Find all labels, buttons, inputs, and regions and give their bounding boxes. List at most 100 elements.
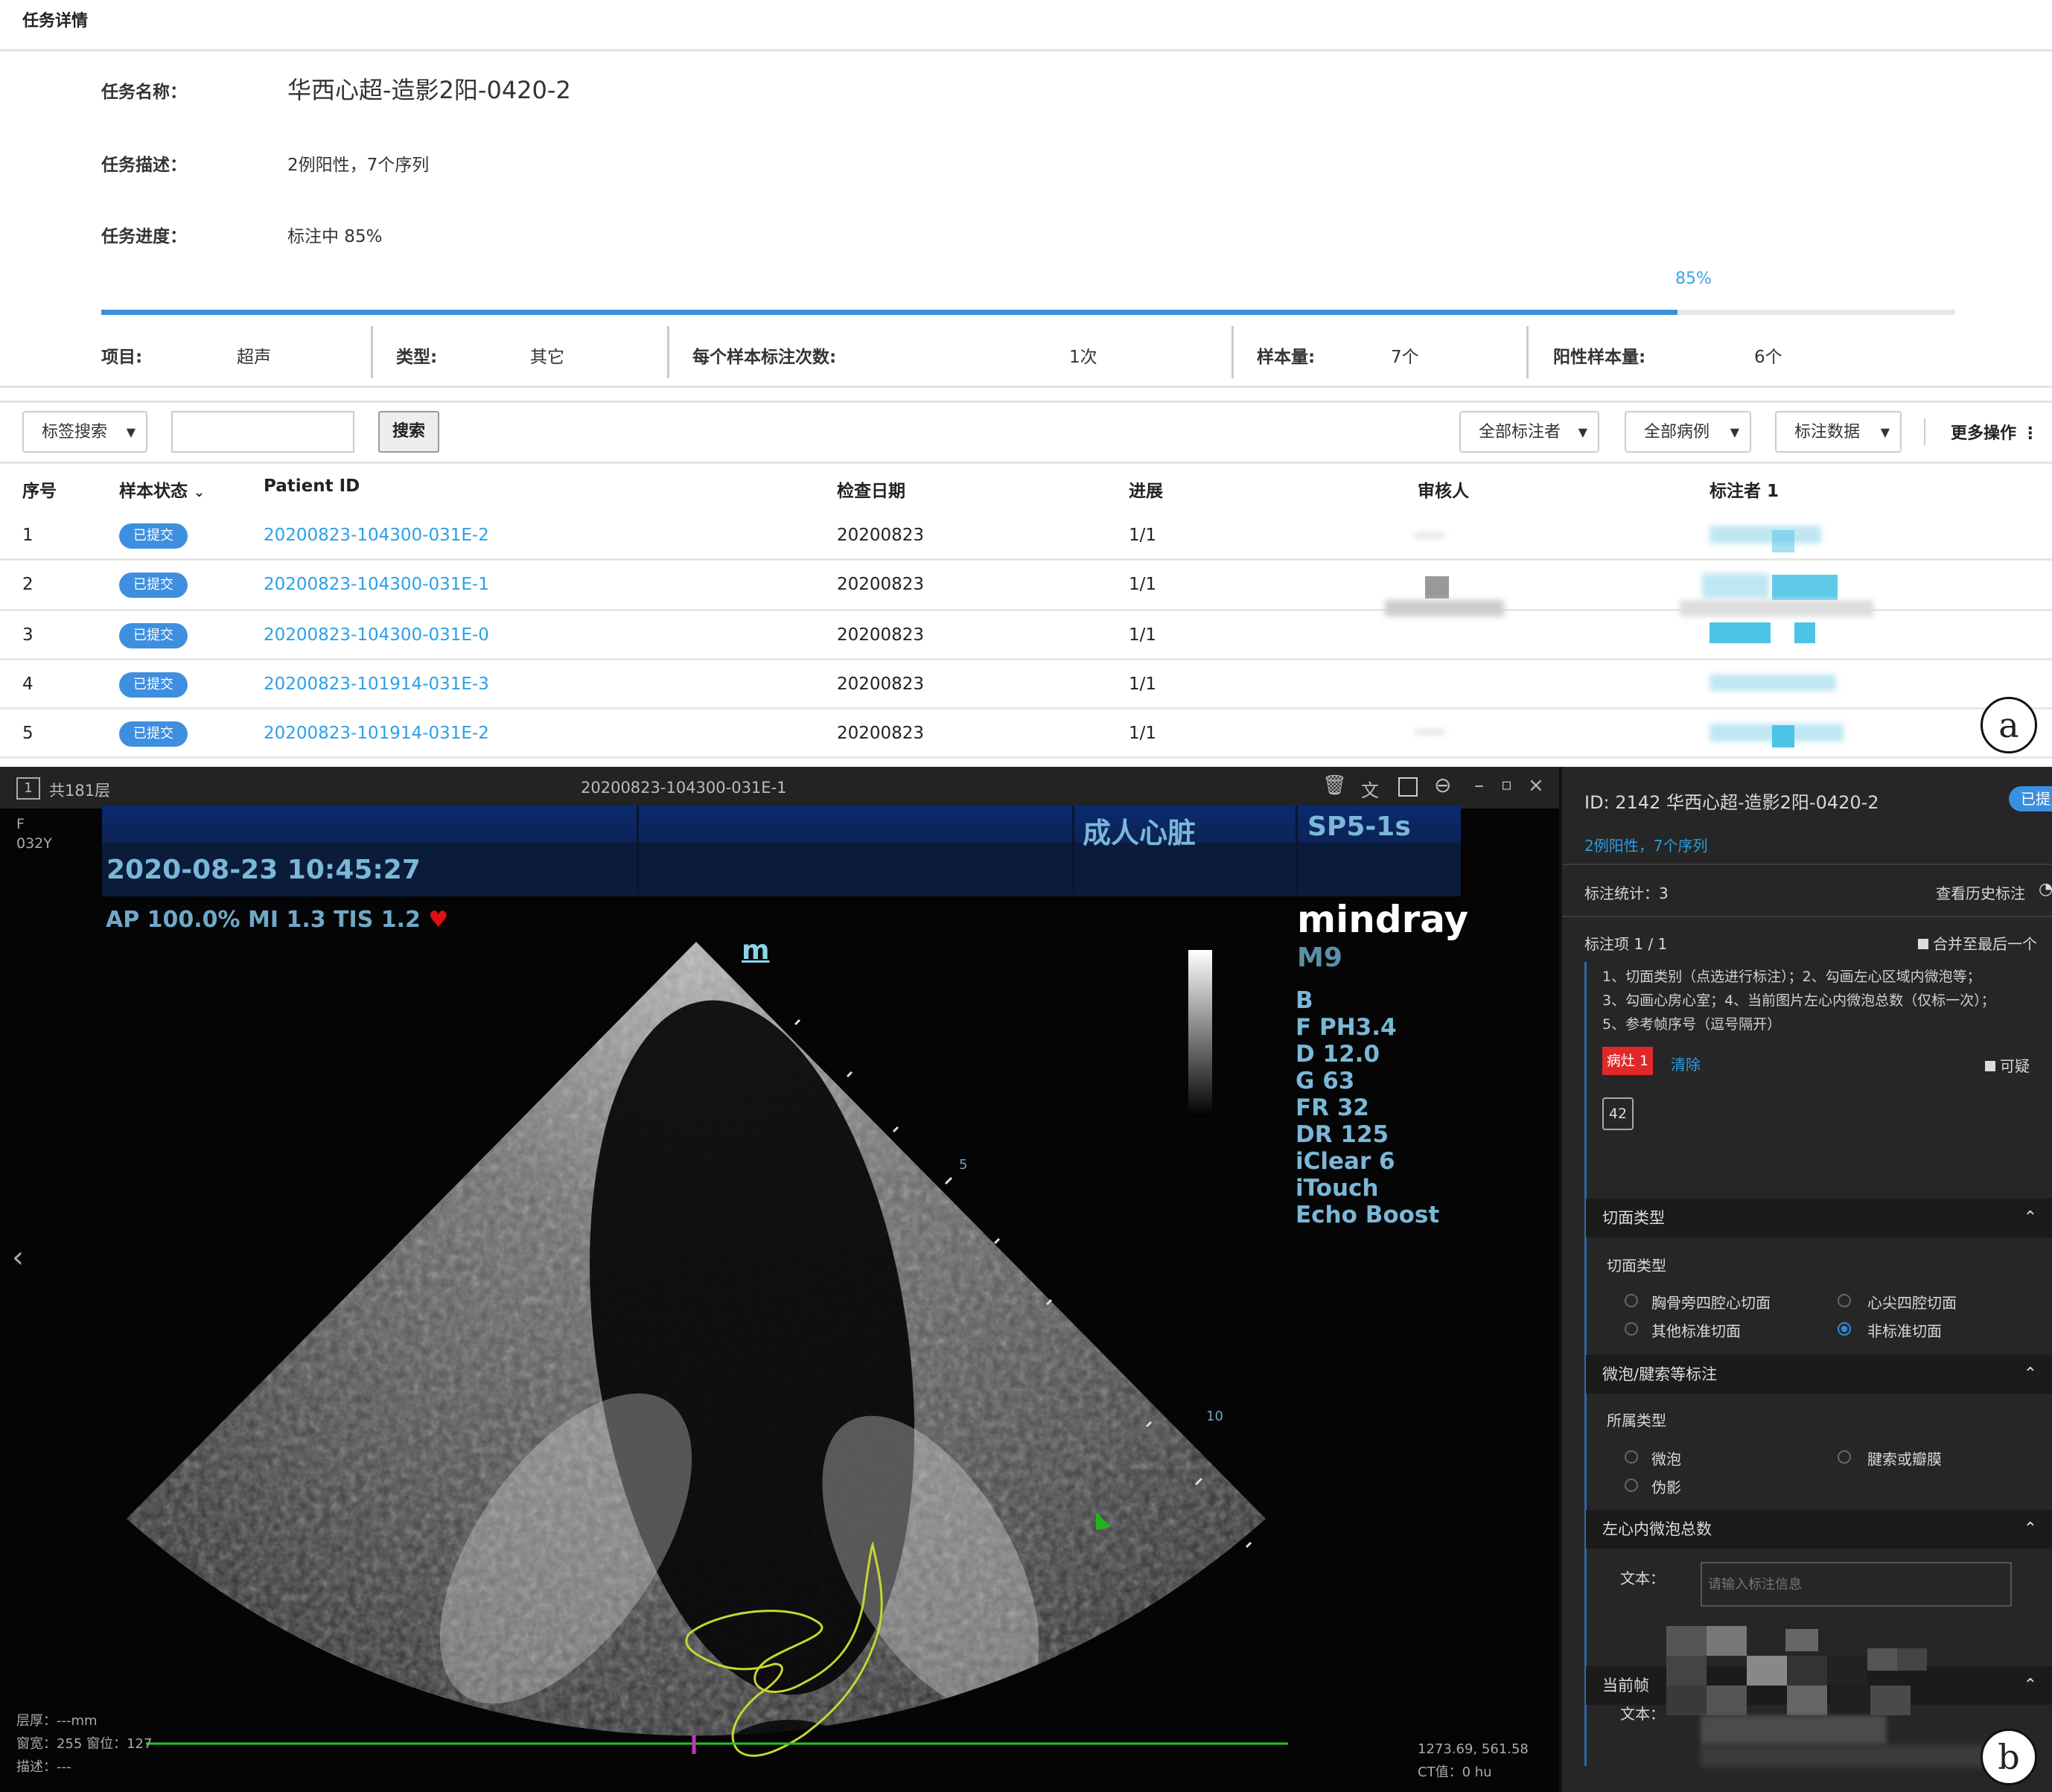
column-header: 审核人 xyxy=(1418,482,1469,501)
section-header-view-type[interactable]: 切面类型 ⌃ xyxy=(1586,1199,2052,1237)
case-filter-select[interactable]: 全部病例 ▼ xyxy=(1625,411,1751,453)
chevron-up-icon: ⌃ xyxy=(2023,1676,2037,1694)
chevron-left-icon[interactable]: ‹ xyxy=(12,1240,24,1275)
column-header: 进展 xyxy=(1129,482,1163,501)
divider xyxy=(1562,916,2052,917)
stat-value: 其它 xyxy=(530,348,564,367)
column-header-label: 样本状态 xyxy=(119,482,188,501)
section-header-bubble-count[interactable]: 左心内微泡总数 ⌃ xyxy=(1586,1510,2052,1549)
status-badge: 已提交 xyxy=(119,523,188,549)
marker-m: m xyxy=(742,935,770,966)
lesion-tag[interactable]: 病灶 1 xyxy=(1602,1047,1653,1075)
patient-id-link[interactable]: 20200823-104300-031E-1 xyxy=(264,560,489,609)
radio-button[interactable] xyxy=(1838,1450,1851,1464)
radio-label: 非标准切面 xyxy=(1867,1322,1942,1340)
annotator-filter-label: 全部标注者 xyxy=(1479,423,1561,441)
merge-checkbox[interactable]: 合并至最后一个 xyxy=(1918,932,2037,954)
radio-button-selected[interactable] xyxy=(1838,1322,1851,1336)
column-header: 标注者 1 xyxy=(1710,482,1779,501)
page-title: 任务详情 xyxy=(22,12,89,31)
chevron-up-icon: ⌃ xyxy=(2023,1365,2037,1383)
search-type-select[interactable]: 标签搜索 ▼ xyxy=(22,411,147,453)
section-header-bubble-type[interactable]: 微泡/腱索等标注 ⌃ xyxy=(1586,1355,2052,1394)
radio-button[interactable] xyxy=(1625,1450,1638,1464)
stat-value: 超声 xyxy=(237,348,271,367)
checkbox-icon xyxy=(1985,1061,1995,1071)
checkbox-icon xyxy=(1918,939,1928,949)
divider xyxy=(1562,864,2052,865)
divider xyxy=(1924,418,1925,445)
status-badge: 已提交 xyxy=(119,721,188,747)
image-viewer[interactable]: 1 共181层 20200823-104300-031E-1 🗑 文 ⊖ – ▫… xyxy=(0,767,1559,1792)
instruction-line: 1、切面类别（点选进行标注）；2、勾画左心区域内微泡等； xyxy=(1602,969,1981,985)
status-badge: 已提 xyxy=(2009,786,2052,811)
bubble-count-input[interactable] xyxy=(1701,1562,2012,1607)
ct-value: CT值：0 hu xyxy=(1418,1764,1492,1780)
row-index: 4 xyxy=(22,675,34,694)
exam-date: 20200823 xyxy=(837,526,925,545)
radio-button[interactable] xyxy=(1625,1294,1638,1307)
status-column-header[interactable]: 样本状态 ⌄ xyxy=(119,476,205,502)
task-progress-label: 任务进度： xyxy=(101,227,187,246)
stat-label: 类型: xyxy=(396,348,438,367)
search-input[interactable] xyxy=(171,411,354,453)
section-title: 当前帧 xyxy=(1602,1677,1649,1694)
panel-label: b xyxy=(1981,1729,2037,1785)
merge-label: 合并至最后一个 xyxy=(1933,935,2037,953)
divider xyxy=(371,326,373,378)
column-header: 检查日期 xyxy=(837,482,905,501)
data-filter-select[interactable]: 标注数据 ▼ xyxy=(1775,411,1902,453)
kebab-icon: ⋮ xyxy=(2021,424,2039,443)
history-icon[interactable]: ◔ xyxy=(2039,880,2052,899)
column-header: 序号 xyxy=(22,482,57,501)
divider xyxy=(667,326,669,378)
progress-value: 1/1 xyxy=(1129,575,1157,594)
radio-button[interactable] xyxy=(1625,1479,1638,1492)
panel-label: a xyxy=(1981,697,2037,753)
radio-label: 胸骨旁四腔心切面 xyxy=(1651,1294,1771,1312)
window-level: 窗宽：255 窗位：127 xyxy=(16,1736,153,1752)
status-badge: 已提交 xyxy=(119,623,188,648)
annotator-filter-select[interactable]: 全部标注者 ▼ xyxy=(1459,411,1599,453)
caret-down-icon: ▼ xyxy=(1880,425,1890,439)
history-link[interactable]: 查看历史标注 xyxy=(1936,881,2025,903)
radio-button[interactable] xyxy=(1838,1294,1851,1307)
task-desc: 2例阳性，7个序列 xyxy=(287,156,430,175)
radio-label: 心尖四腔切面 xyxy=(1867,1294,1957,1312)
exam-date: 20200823 xyxy=(837,625,925,645)
depth-label: 5 xyxy=(959,1157,968,1173)
frame-number-box[interactable]: 42 xyxy=(1602,1097,1634,1130)
viewer-bottom-right-info: 1273.69, 561.58 CT值：0 hu xyxy=(1418,1738,1529,1784)
patient-id-link[interactable]: 20200823-101914-031E-3 xyxy=(264,660,489,709)
data-filter-label: 标注数据 xyxy=(1794,423,1861,441)
field-label: 文本： xyxy=(1620,1569,1665,1587)
patient-id-link[interactable]: 20200823-101914-031E-2 xyxy=(264,709,489,758)
more-actions-label: 更多操作 xyxy=(1951,424,2017,443)
caret-down-icon: ▼ xyxy=(1578,425,1587,439)
stat-value: 7个 xyxy=(1391,348,1419,367)
annotation-workspace: 1 共181层 20200823-104300-031E-1 🗑 文 ⊖ – ▫… xyxy=(0,767,2052,1792)
clear-link[interactable]: 清除 xyxy=(1671,1053,1701,1074)
status-badge: 已提交 xyxy=(119,672,188,698)
depth-label: 10 xyxy=(1206,1409,1223,1424)
instruction-line: 3、勾画心房心室；4、当前图片左心内微泡总数（仅标一次）； xyxy=(1602,992,1995,1009)
patient-id-link[interactable]: 20200823-104300-031E-0 xyxy=(264,610,489,660)
radio-button[interactable] xyxy=(1625,1322,1638,1336)
radio-label: 其他标准切面 xyxy=(1651,1322,1741,1340)
progress-value: 1/1 xyxy=(1129,675,1157,694)
case-filter-label: 全部病例 xyxy=(1644,423,1710,441)
search-button[interactable]: 搜索 xyxy=(378,411,439,453)
caret-down-icon: ▼ xyxy=(1730,425,1739,439)
chevron-down-icon: ⌄ xyxy=(194,485,205,500)
task-name-label: 任务名称： xyxy=(101,83,187,102)
row-index: 1 xyxy=(22,526,34,545)
column-header: Patient ID xyxy=(264,476,360,496)
caret-down-icon: ▼ xyxy=(126,425,136,439)
patient-id-link[interactable]: 20200823-104300-031E-2 xyxy=(264,511,489,560)
doubtful-checkbox[interactable]: 可疑 xyxy=(1985,1054,2030,1076)
divider xyxy=(0,462,2052,464)
radio-label: 微泡 xyxy=(1651,1450,1681,1468)
divider xyxy=(0,756,2052,759)
more-actions-button[interactable]: 更多操作 ⋮ xyxy=(1951,420,2039,444)
item-counter: 标注项 1 / 1 xyxy=(1584,935,1668,953)
